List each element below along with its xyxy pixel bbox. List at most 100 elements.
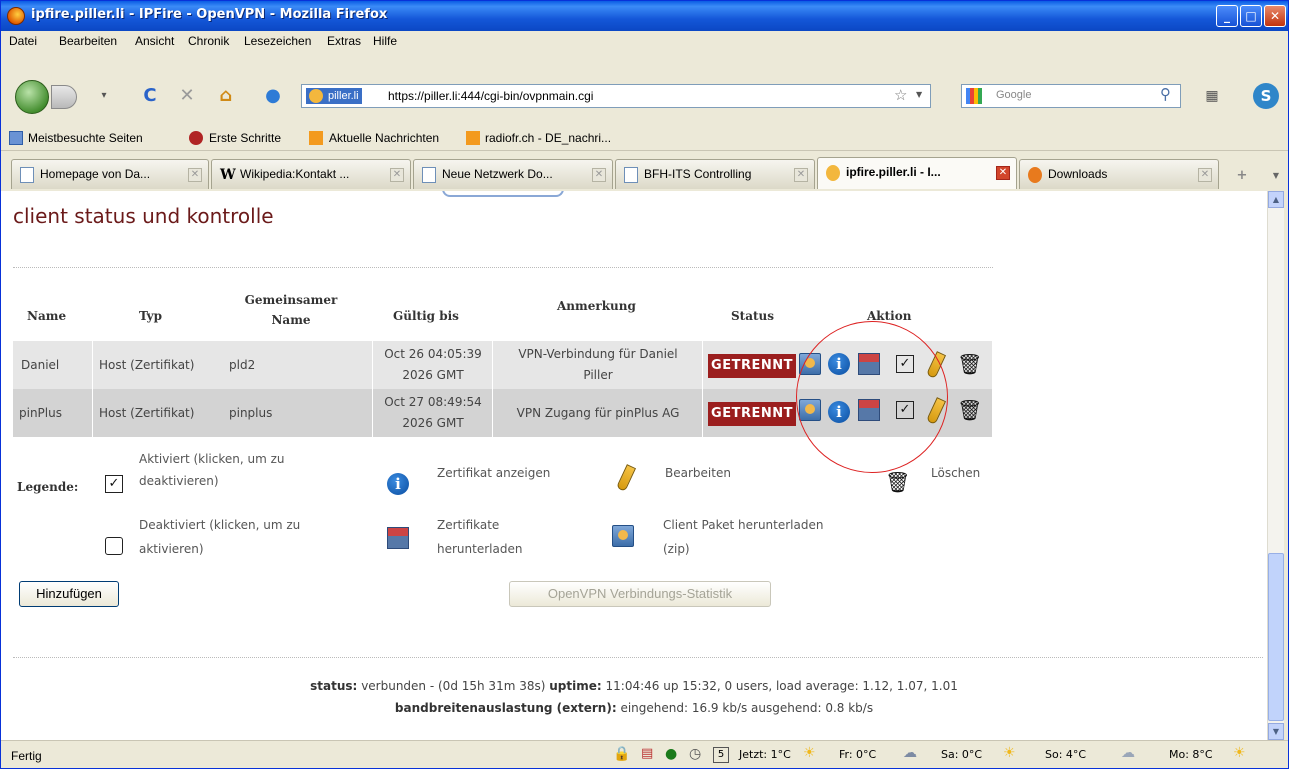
- grid-icon[interactable]: ▦: [1201, 85, 1223, 107]
- tab-homepage[interactable]: Homepage von Da... ✕: [11, 159, 209, 189]
- row-typ: Host (Zertifikat): [99, 406, 195, 420]
- weather-now[interactable]: Jetzt: 1°C: [739, 748, 791, 761]
- scroll-up-icon[interactable]: ▲: [1268, 191, 1284, 208]
- weather-sun-icon: ☀: [1003, 745, 1016, 761]
- weather-so[interactable]: So: 4°C: [1045, 748, 1086, 761]
- menu-hilfe[interactable]: Hilfe: [373, 34, 397, 48]
- status-badge: GETRENNT: [708, 402, 796, 426]
- green-status-icon[interactable]: ●: [665, 746, 677, 762]
- menu-extras[interactable]: Extras: [327, 34, 361, 48]
- legend-pencil-icon: [615, 464, 637, 492]
- tab-ipfire[interactable]: ipfire.piller.li - I... ✕: [817, 157, 1017, 189]
- menu-lesezeichen[interactable]: Lesezeichen: [244, 34, 311, 48]
- search-box[interactable]: Google ⚲: [961, 84, 1181, 108]
- row-typ: Host (Zertifikat): [99, 358, 195, 372]
- lock-icon[interactable]: 🔒: [613, 746, 630, 762]
- tab-close-icon[interactable]: ✕: [794, 168, 808, 182]
- back-button[interactable]: [15, 80, 49, 114]
- tab-close-icon[interactable]: ✕: [996, 166, 1010, 180]
- bookmarks-toolbar: Meistbesuchte Seiten Erste Schritte Aktu…: [1, 125, 1288, 151]
- tab-downloads[interactable]: Downloads ✕: [1019, 159, 1219, 189]
- row-note: VPN Zugang für pinPlus AG: [516, 406, 680, 420]
- vertical-scrollbar[interactable]: ▲ ▼: [1267, 191, 1284, 740]
- history-dropdown-icon[interactable]: ▾: [93, 85, 115, 107]
- stats-button[interactable]: OpenVPN Verbindungs-Statistik: [509, 581, 771, 607]
- menu-datei[interactable]: Datei: [9, 34, 37, 48]
- legend-activated: Aktiviert (klicken, um zu: [139, 452, 285, 466]
- bookmark-star-icon[interactable]: ☆: [894, 86, 907, 104]
- home-icon[interactable]: ⌂: [215, 85, 237, 107]
- add-button[interactable]: Hinzufügen: [19, 581, 119, 607]
- col-anmerkung: Anmerkung: [557, 299, 636, 313]
- site-identity-button[interactable]: piller.li: [306, 88, 362, 104]
- reload-icon[interactable]: C: [139, 85, 161, 107]
- maximize-button[interactable]: □: [1240, 5, 1262, 27]
- google-engine-icon[interactable]: [966, 88, 982, 104]
- bookmark-nachrichten[interactable]: Aktuelle Nachrichten: [329, 131, 439, 145]
- page-icon: [422, 167, 436, 183]
- row-note: VPN-Verbindung für Daniel: [518, 347, 678, 361]
- menu-bearbeiten[interactable]: Bearbeiten: [59, 34, 117, 48]
- stop-icon[interactable]: ✕: [176, 85, 198, 107]
- tab-netzwerk[interactable]: Neue Netzwerk Do... ✕: [413, 159, 613, 189]
- row-valid-date: Oct 26 04:05:39: [384, 347, 482, 361]
- legend-info-icon: i: [387, 473, 409, 495]
- folder-icon: [9, 131, 23, 145]
- weather-cloud-icon: ☁: [1121, 745, 1135, 761]
- firefox-bookmark-icon: [189, 131, 203, 145]
- tab-wikipedia[interactable]: W Wikipedia:Kontakt ... ✕: [211, 159, 411, 189]
- col-gemeinsamer: Gemeinsamer: [244, 293, 338, 307]
- legend-floppy-icon: [387, 527, 409, 549]
- addon-icon[interactable]: ●: [257, 85, 289, 107]
- tab-list-icon[interactable]: ▼: [1265, 165, 1287, 187]
- page-title: client status und kontrolle: [13, 204, 274, 228]
- skype-icon[interactable]: S: [1253, 83, 1279, 109]
- bookmark-erste-schritte[interactable]: Erste Schritte: [209, 131, 281, 145]
- rss-icon: [466, 131, 480, 145]
- url-input[interactable]: https://piller.li:444/cgi-bin/ovpnmain.c…: [388, 89, 593, 103]
- menu-ansicht[interactable]: Ansicht: [135, 34, 174, 48]
- scroll-thumb[interactable]: [1268, 553, 1284, 721]
- delete-trash-icon[interactable]: 🗑: [957, 353, 982, 375]
- legend-deactivated-2: aktivieren): [139, 542, 204, 556]
- status-text: Fertig: [11, 749, 42, 763]
- weather-cloud-icon: ☁: [903, 745, 917, 761]
- row-note-2: Piller: [583, 368, 613, 382]
- weather-fr[interactable]: Fr: 0°C: [839, 748, 876, 761]
- search-icon[interactable]: ⚲: [1160, 85, 1171, 103]
- addon-status-icon[interactable]: ▤: [641, 746, 653, 761]
- menu-chronik[interactable]: Chronik: [188, 34, 229, 48]
- tab-close-icon[interactable]: ✕: [1198, 168, 1212, 182]
- weather-mo[interactable]: Mo: 8°C: [1169, 748, 1213, 761]
- tab-close-icon[interactable]: ✕: [592, 168, 606, 182]
- bookmark-radiofr[interactable]: radiofr.ch - DE_nachri...: [485, 131, 611, 145]
- url-dropdown-icon[interactable]: ▼: [916, 90, 922, 99]
- scroll-down-icon[interactable]: ▼: [1268, 723, 1284, 740]
- weather-sun-icon: ☀: [1233, 745, 1246, 761]
- tab-close-icon[interactable]: ✕: [188, 168, 202, 182]
- tab-bfh[interactable]: BFH-ITS Controlling ✕: [615, 159, 815, 189]
- legend-package-icon: [612, 525, 634, 547]
- browser-window: ipfire.piller.li - IPFire - OpenVPN - Mo…: [0, 0, 1289, 769]
- forward-button[interactable]: [51, 85, 77, 109]
- row-valid-year: 2026 GMT: [402, 368, 464, 382]
- site-icon: [309, 89, 323, 103]
- legend-title: Legende:: [17, 480, 79, 494]
- url-bar[interactable]: piller.li https://piller.li:444/cgi-bin/…: [301, 84, 931, 108]
- legend-delete: Löschen: [931, 466, 981, 480]
- tab-bar: Homepage von Da... ✕ W Wikipedia:Kontakt .…: [1, 151, 1288, 191]
- new-tab-icon[interactable]: +: [1231, 165, 1253, 187]
- tab-close-icon[interactable]: ✕: [390, 168, 404, 182]
- minimize-button[interactable]: _: [1216, 5, 1238, 27]
- search-input[interactable]: Google: [996, 89, 1031, 101]
- close-button[interactable]: ✕: [1264, 5, 1286, 27]
- weather-sa[interactable]: Sa: 0°C: [941, 748, 982, 761]
- delete-trash-icon[interactable]: 🗑: [957, 399, 982, 421]
- partial-tab-shape: [442, 191, 564, 197]
- row-name: pinPlus: [19, 406, 62, 420]
- calendar-icon[interactable]: 5: [713, 747, 729, 763]
- bookmark-meistbesucht[interactable]: Meistbesuchte Seiten: [28, 131, 143, 145]
- legend-download-2: herunterladen: [437, 542, 523, 556]
- firefox-icon: [7, 7, 25, 25]
- clock-icon[interactable]: ◷: [689, 746, 701, 762]
